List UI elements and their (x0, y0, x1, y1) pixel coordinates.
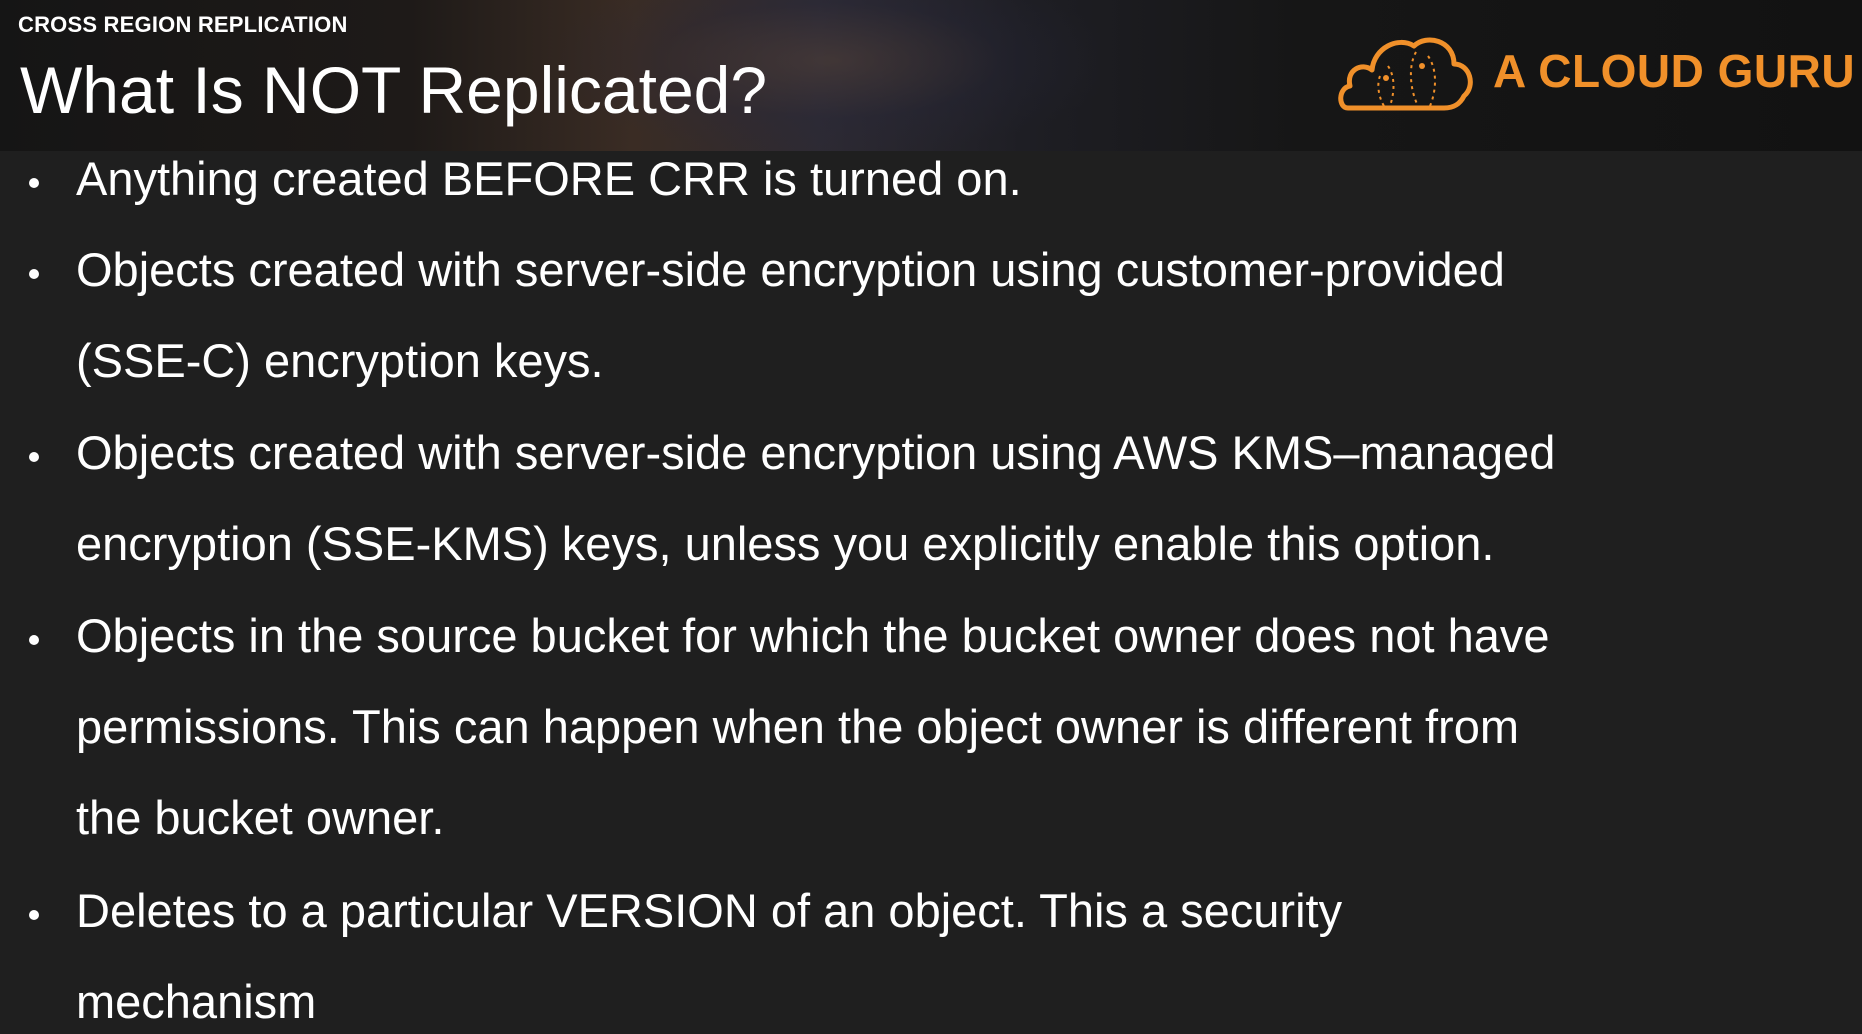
slide-header: CROSS REGION REPLICATION What Is NOT Rep… (0, 0, 1862, 151)
section-label: CROSS REGION REPLICATION (18, 12, 348, 37)
bullet-text: Anything created BEFORE CRR is turned on… (76, 152, 1022, 205)
bullet-text: permissions. This can happen when the ob… (76, 700, 1519, 753)
page-title: What Is NOT Replicated? (20, 53, 768, 127)
bullet-text: (SSE-C) encryption keys. (76, 334, 604, 387)
brand-logo: A CLOUD GURU (1336, 30, 1855, 120)
bullet-text: Objects created with server-side encrypt… (76, 243, 1505, 296)
bullet-dot (29, 910, 39, 920)
bullet-dot (29, 178, 39, 188)
bullet-dot (29, 635, 39, 645)
bullet-text: Objects in the source bucket for which t… (76, 609, 1550, 662)
slide: CROSS REGION REPLICATION What Is NOT Rep… (0, 0, 1862, 1034)
cloud-icon (1338, 37, 1473, 111)
bullet-text: the bucket owner. (76, 791, 445, 844)
bullet-text: Deletes to a particular VERSION of an ob… (76, 884, 1343, 937)
bullet-text: Objects created with server-side encrypt… (76, 426, 1556, 479)
bullet-text: encryption (SSE-KMS) keys, unless you ex… (76, 517, 1495, 570)
bullet-dot (29, 452, 39, 462)
brand-name: A CLOUD GURU (1493, 45, 1856, 97)
bullet-dot (29, 269, 39, 279)
bullet-text: mechanism (76, 975, 317, 1028)
